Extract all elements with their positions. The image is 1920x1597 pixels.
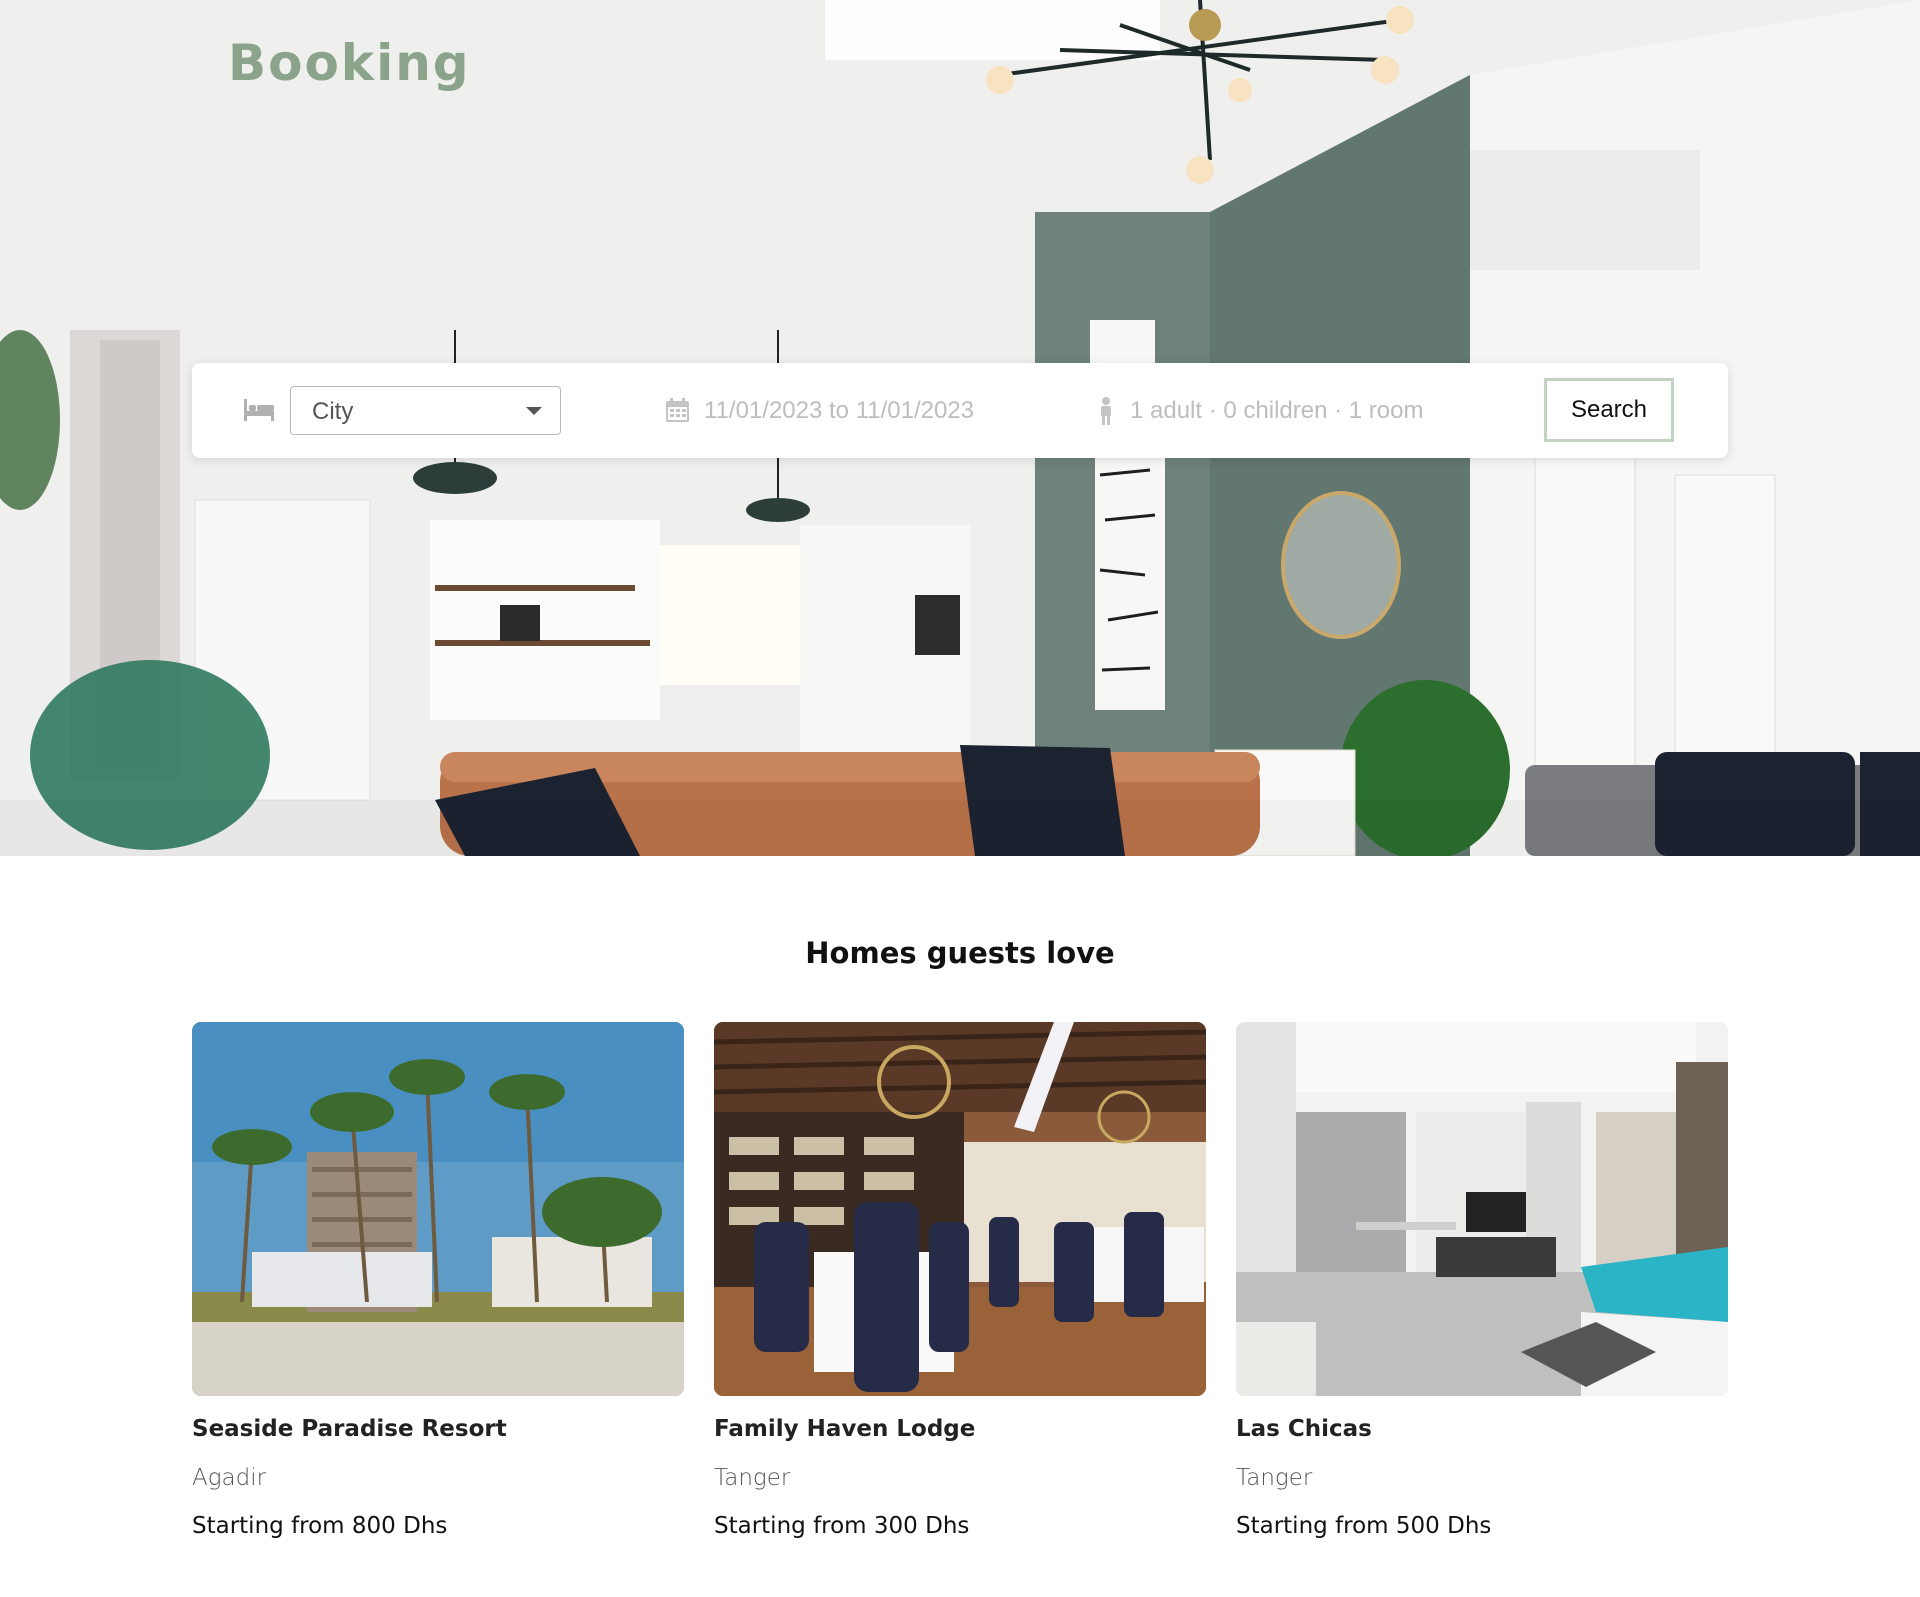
listing-city: Tanger [714, 1465, 791, 1491]
chevron-down-icon [526, 407, 542, 415]
listing-city: Agadir [192, 1465, 267, 1491]
listing-city: Tanger [1236, 1465, 1313, 1491]
listing-price: Starting from 500 Dhs [1236, 1513, 1492, 1539]
city-select-value: City [312, 398, 354, 425]
section-title: Homes guests love [805, 936, 1115, 970]
bed-icon [244, 399, 274, 421]
listing-name[interactable]: Seaside Paradise Resort [192, 1416, 684, 1442]
brand-logo[interactable]: Booking [228, 34, 471, 92]
person-icon [1101, 397, 1111, 425]
listing-price: Starting from 800 Dhs [192, 1513, 448, 1539]
listing-card[interactable]: Las Chicas Tanger Starting from 500 Dhs [1236, 1022, 1728, 1539]
listing-name[interactable]: Las Chicas [1236, 1416, 1728, 1442]
hero-banner: Booking City 11/01/2023 to 11/01/2023 1 … [0, 0, 1920, 856]
listing-image-beach-resort[interactable] [192, 1022, 684, 1396]
search-bar: City 11/01/2023 to 11/01/2023 1 adult · … [192, 363, 1728, 458]
listing-image-restaurant[interactable] [714, 1022, 1206, 1396]
listing-card[interactable]: Seaside Paradise Resort Agadir Starting … [192, 1022, 684, 1539]
listing-card[interactable]: Family Haven Lodge Tanger Starting from … [714, 1022, 1206, 1539]
search-button[interactable]: Search [1544, 378, 1674, 442]
guests-selector[interactable]: 1 adult · 0 children · 1 room [1130, 397, 1423, 425]
listing-price: Starting from 300 Dhs [714, 1513, 970, 1539]
listing-name[interactable]: Family Haven Lodge [714, 1416, 1206, 1442]
listing-image-bedroom[interactable] [1236, 1022, 1728, 1396]
city-select[interactable]: City [290, 386, 561, 435]
date-range-input[interactable]: 11/01/2023 to 11/01/2023 [704, 397, 974, 425]
calendar-icon [666, 398, 689, 422]
